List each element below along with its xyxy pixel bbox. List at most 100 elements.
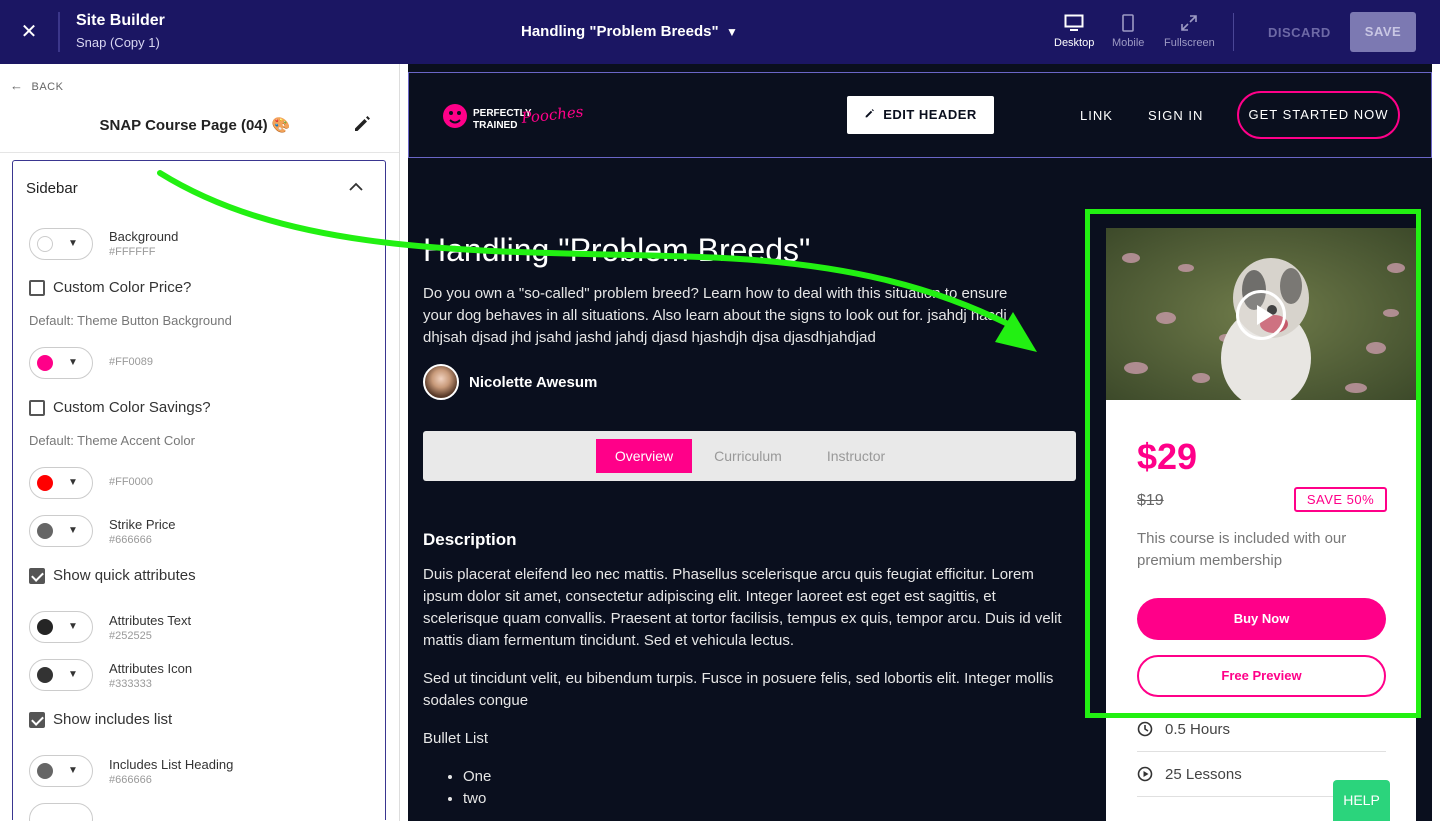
custom-color-price-checkbox[interactable] bbox=[29, 280, 45, 296]
back-button[interactable]: ← BACK bbox=[10, 78, 63, 93]
help-button[interactable]: HELP bbox=[1333, 780, 1390, 821]
desktop-icon bbox=[1064, 14, 1084, 31]
savings-badge: SAVE 50% bbox=[1294, 487, 1387, 512]
back-label: BACK bbox=[31, 81, 64, 93]
includes-list-heading-hex: #666666 bbox=[109, 774, 152, 786]
view-fullscreen-button[interactable]: Fullscreen bbox=[1164, 14, 1215, 49]
color-dot bbox=[37, 355, 53, 371]
background-label: Background bbox=[109, 229, 179, 244]
attributes-text-color-picker[interactable]: ▼ bbox=[29, 611, 93, 643]
next-color-picker[interactable] bbox=[29, 803, 93, 821]
chevron-down-icon: ▼ bbox=[68, 525, 78, 536]
price-color-picker[interactable]: ▼ bbox=[29, 347, 93, 379]
tab-curriculum[interactable]: Curriculum bbox=[706, 439, 790, 473]
view-mobile-label: Mobile bbox=[1112, 37, 1145, 49]
arrow-left-icon: ← bbox=[10, 78, 24, 93]
show-includes-list-label: Show includes list bbox=[53, 711, 173, 728]
page-name: SNAP Course Page (04) 🎨 bbox=[99, 117, 291, 134]
course-price: $29 bbox=[1137, 436, 1198, 477]
strike-price: $19 bbox=[1137, 492, 1164, 509]
chevron-down-icon: ▼ bbox=[68, 669, 78, 680]
logo-script: Pooches bbox=[520, 103, 585, 128]
save-button[interactable]: SAVE bbox=[1350, 12, 1416, 52]
description-heading: Description bbox=[423, 530, 517, 549]
tab-instructor[interactable]: Instructor bbox=[816, 439, 896, 473]
description-paragraph: Duis placerat eleifend leo nec mattis. P… bbox=[423, 566, 1062, 649]
course-tabs: Overview Curriculum Instructor bbox=[423, 431, 1076, 481]
course-video-thumbnail[interactable] bbox=[1106, 228, 1416, 400]
show-includes-list-checkbox[interactable] bbox=[29, 712, 45, 728]
page-preview: PERFECTLY TRAINED Pooches EDIT HEADER LI… bbox=[408, 64, 1432, 821]
free-preview-button[interactable]: Free Preview bbox=[1137, 655, 1386, 697]
chevron-down-icon: ▼ bbox=[68, 477, 78, 488]
custom-color-savings-label: Custom Color Savings? bbox=[53, 399, 211, 416]
chevron-down-icon: ▼ bbox=[68, 238, 78, 249]
attributes-icon-hex: #333333 bbox=[109, 678, 152, 690]
attributes-text-hex: #252525 bbox=[109, 630, 152, 642]
attributes-icon-label: Attributes Icon bbox=[109, 661, 193, 676]
color-dot bbox=[37, 763, 53, 779]
site-name: Snap (Copy 1) bbox=[76, 35, 160, 50]
pencil-icon[interactable] bbox=[352, 114, 372, 139]
show-quick-attributes-checkbox[interactable] bbox=[29, 568, 45, 584]
savings-color-picker[interactable]: ▼ bbox=[29, 467, 93, 499]
chevron-down-icon[interactable]: ▼ bbox=[726, 25, 738, 39]
clock-icon bbox=[1137, 721, 1153, 741]
close-icon[interactable]: ✕ bbox=[18, 21, 40, 43]
strike-price-hex: #666666 bbox=[109, 534, 152, 546]
divider bbox=[58, 12, 60, 52]
edit-header-button[interactable]: EDIT HEADER bbox=[847, 96, 994, 134]
strike-price-color-picker[interactable]: ▼ bbox=[29, 515, 93, 547]
site-logo[interactable]: PERFECTLY TRAINED Pooches bbox=[442, 101, 592, 140]
savings-color-hex: #FF0000 bbox=[109, 476, 154, 488]
sidebar-settings-section: Sidebar ▼ Background #FFFFFF Custom Colo… bbox=[12, 160, 386, 821]
buy-now-button[interactable]: Buy Now bbox=[1137, 598, 1386, 640]
attributes-icon-color-picker[interactable]: ▼ bbox=[29, 659, 93, 691]
attribute-text: 0.5 Hours bbox=[1165, 721, 1231, 738]
tab-overview[interactable]: Overview bbox=[596, 439, 692, 473]
color-dot bbox=[37, 667, 53, 683]
chevron-up-icon[interactable] bbox=[349, 179, 363, 197]
fullscreen-icon bbox=[1181, 15, 1198, 31]
list-item: two bbox=[463, 788, 491, 810]
view-mobile-button[interactable]: Mobile bbox=[1112, 14, 1144, 49]
price-color-hex: #FF0089 bbox=[109, 356, 154, 368]
chevron-down-icon: ▼ bbox=[68, 357, 78, 368]
play-icon[interactable] bbox=[1236, 290, 1286, 340]
savings-default-text: Default: Theme Accent Color bbox=[29, 433, 195, 448]
bullet-heading: Bullet List bbox=[423, 730, 489, 747]
color-dot bbox=[37, 619, 53, 635]
discard-button[interactable]: DISCARD bbox=[1268, 25, 1331, 40]
course-title: Handling "Problem Breeds" bbox=[423, 232, 811, 268]
author-name[interactable]: Nicolette Awesum bbox=[469, 374, 597, 391]
avatar bbox=[423, 364, 459, 400]
attribute-text: 25 Lessons bbox=[1165, 766, 1242, 783]
color-dot bbox=[37, 523, 53, 539]
background-color-picker[interactable]: ▼ bbox=[29, 228, 93, 260]
pricing-card: $29 $19 SAVE 50% This course is included… bbox=[1106, 228, 1416, 821]
nav-link[interactable]: LINK bbox=[1080, 108, 1113, 123]
includes-list-heading-color-picker[interactable]: ▼ bbox=[29, 755, 93, 787]
nav-sign-in[interactable]: SIGN IN bbox=[1148, 108, 1203, 123]
chevron-down-icon: ▼ bbox=[68, 765, 78, 776]
includes-list-heading-label: Includes List Heading bbox=[109, 757, 234, 772]
color-dot bbox=[37, 236, 53, 252]
background-hex: #FFFFFF bbox=[109, 246, 156, 258]
membership-note: This course is included with our premium… bbox=[1137, 530, 1347, 569]
list-item: 0.5 Hours bbox=[1137, 707, 1386, 752]
pencil-icon bbox=[864, 96, 875, 134]
app-title: Site Builder bbox=[76, 12, 165, 29]
custom-color-savings-checkbox[interactable] bbox=[29, 400, 45, 416]
page-selector[interactable]: Handling "Problem Breeds" bbox=[521, 23, 719, 40]
site-header[interactable]: PERFECTLY TRAINED Pooches EDIT HEADER LI… bbox=[408, 72, 1432, 158]
show-quick-attributes-label: Show quick attributes bbox=[53, 567, 196, 584]
view-desktop-button[interactable]: Desktop bbox=[1054, 14, 1094, 49]
description-paragraph: Sed ut tincidunt velit, eu bibendum turp… bbox=[423, 670, 1054, 709]
divider bbox=[0, 152, 399, 153]
section-title: Sidebar bbox=[26, 180, 78, 197]
divider bbox=[1233, 13, 1234, 51]
attributes-text-label: Attributes Text bbox=[109, 613, 192, 628]
strike-price-label: Strike Price bbox=[109, 517, 176, 532]
get-started-button[interactable]: GET STARTED NOW bbox=[1237, 91, 1400, 139]
settings-panel: ← BACK SNAP Course Page (04) 🎨 Sidebar ▼ … bbox=[0, 64, 400, 821]
